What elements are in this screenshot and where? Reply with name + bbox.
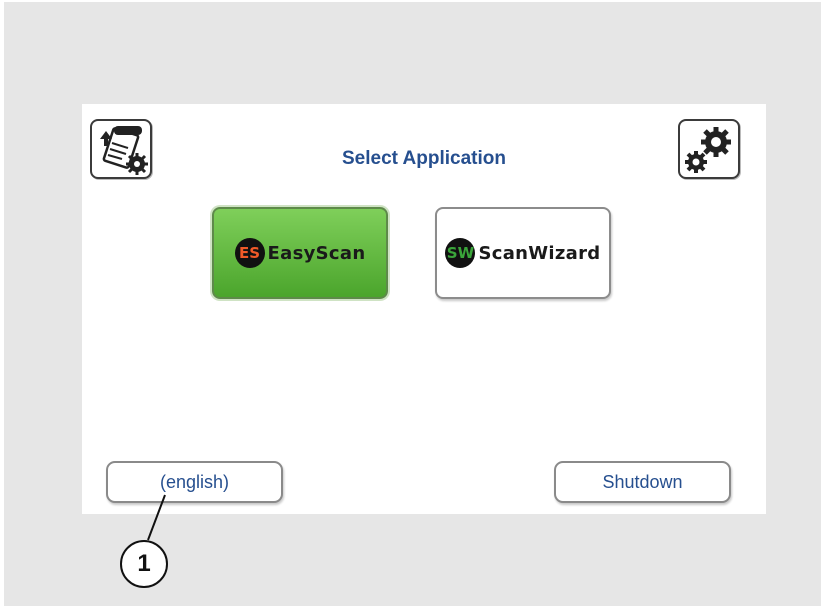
callout-number-badge: 1 bbox=[120, 540, 168, 588]
callout-leader-line bbox=[147, 494, 166, 541]
